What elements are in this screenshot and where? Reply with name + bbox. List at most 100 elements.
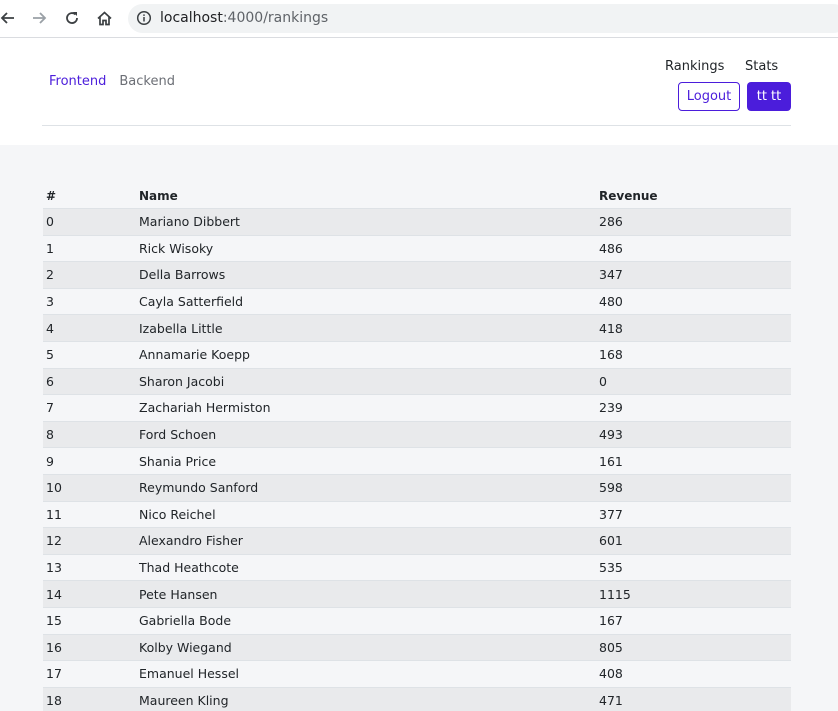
- cell-revenue: 347: [599, 267, 623, 283]
- cell-revenue: 598: [599, 480, 623, 496]
- address-bar[interactable]: localhost:4000/rankings: [128, 4, 838, 33]
- tab-backend[interactable]: Backend: [119, 74, 175, 89]
- table-row: 11 Nico Reichel 377: [43, 501, 791, 529]
- cell-index: 13: [46, 560, 62, 576]
- cell-revenue: 286: [599, 214, 623, 230]
- cell-revenue: 535: [599, 560, 623, 576]
- url-host: localhost: [160, 10, 223, 26]
- table-row: 14 Pete Hansen 1115: [43, 581, 791, 608]
- cell-name: Pete Hansen: [139, 586, 218, 602]
- table-row: 0 Mariano Dibbert 286: [43, 209, 791, 236]
- cell-index: 2: [46, 267, 54, 283]
- cell-revenue: 0: [599, 373, 607, 389]
- cell-name: Thad Heathcote: [139, 560, 239, 576]
- cell-index: 15: [46, 613, 62, 629]
- cell-name: Cayla Satterfield: [139, 294, 244, 310]
- cell-revenue: 480: [599, 294, 623, 310]
- table-row: 18 Maureen Kling 471: [43, 687, 791, 711]
- cell-index: 9: [46, 453, 54, 469]
- url-text[interactable]: localhost:4000/rankings: [160, 10, 328, 27]
- cell-name: Ford Schoen: [139, 427, 217, 443]
- cell-revenue: 167: [599, 613, 623, 629]
- tab-frontend[interactable]: Frontend: [49, 74, 106, 89]
- table-row: 17 Emanuel Hessel 408: [43, 661, 791, 688]
- table-row: 16 Kolby Wiegand 805: [43, 634, 791, 662]
- cell-index: 17: [46, 666, 62, 682]
- cell-name: Kolby Wiegand: [139, 639, 232, 655]
- table-row: 8 Ford Schoen 493: [43, 421, 791, 449]
- cell-name: Della Barrows: [139, 267, 226, 283]
- info-icon[interactable]: [136, 10, 152, 26]
- table-row: 4 Izabella Little 418: [43, 315, 791, 342]
- table-row: 9 Shania Price 161: [43, 448, 791, 475]
- cell-index: 3: [46, 294, 54, 310]
- cell-index: 8: [46, 427, 54, 443]
- cell-revenue: 601: [599, 533, 623, 549]
- table-row: 12 Alexandro Fisher 601: [43, 528, 791, 555]
- cell-name: Maureen Kling: [139, 692, 229, 708]
- cell-revenue: 377: [599, 506, 623, 522]
- nav-link-rankings[interactable]: Rankings: [665, 59, 724, 74]
- cell-index: 7: [46, 400, 54, 416]
- rankings-table: # Name Revenue 0 Mariano Dibbert 286 1 Rick …: [43, 183, 791, 711]
- cell-revenue: 161: [599, 453, 623, 469]
- cell-revenue: 805: [599, 639, 623, 655]
- cell-name: Rick Wisoky: [139, 240, 214, 256]
- page-header: Frontend Backend Rankings Stats Logout t…: [0, 38, 838, 145]
- column-header-name: Name: [139, 188, 178, 203]
- nav-link-stats[interactable]: Stats: [745, 59, 778, 74]
- browser-toolbar: localhost:4000/rankings: [0, 0, 838, 38]
- url-path: :4000/rankings: [222, 10, 329, 26]
- cell-index: 18: [46, 692, 62, 708]
- column-header-revenue: Revenue: [599, 188, 658, 203]
- table-row: 6 Sharon Jacobi 0: [43, 368, 791, 396]
- cell-index: 10: [46, 480, 62, 496]
- back-arrow-icon[interactable]: [0, 7, 18, 29]
- cell-index: 11: [46, 506, 62, 522]
- main-content: # Name Revenue 0 Mariano Dibbert 286 1 Rick …: [0, 145, 838, 711]
- cell-name: Nico Reichel: [139, 506, 216, 522]
- cell-revenue: 1115: [599, 586, 631, 602]
- cell-revenue: 418: [599, 320, 623, 336]
- table-row: 5 Annamarie Koepp 168: [43, 341, 791, 369]
- table-body: 0 Mariano Dibbert 286 1 Rick Wisoky 486 2 Della…: [43, 209, 791, 711]
- cell-index: 16: [46, 639, 62, 655]
- user-button[interactable]: tt tt: [747, 82, 791, 111]
- cell-name: Zachariah Hermiston: [139, 400, 271, 416]
- table-header: # Name Revenue: [43, 183, 791, 209]
- cell-revenue: 168: [599, 347, 623, 363]
- table-row: 3 Cayla Satterfield 480: [43, 288, 791, 316]
- reload-icon[interactable]: [61, 7, 83, 29]
- cell-index: 1: [46, 240, 54, 256]
- table-row: 10 Reymundo Sanford 598: [43, 474, 791, 502]
- cell-name: Reymundo Sanford: [139, 480, 259, 496]
- cell-name: Emanuel Hessel: [139, 666, 239, 682]
- column-header-index: #: [46, 188, 57, 203]
- cell-revenue: 486: [599, 240, 623, 256]
- cell-name: Shania Price: [139, 453, 217, 469]
- table-row: 2 Della Barrows 347: [43, 262, 791, 289]
- table-row: 13 Thad Heathcote 535: [43, 554, 791, 582]
- cell-revenue: 239: [599, 400, 623, 416]
- cell-name: Alexandro Fisher: [139, 533, 243, 549]
- header-divider: [42, 125, 791, 126]
- table-row: 7 Zachariah Hermiston 239: [43, 395, 791, 422]
- cell-name: Izabella Little: [139, 320, 223, 336]
- forward-arrow-icon[interactable]: [29, 7, 51, 29]
- cell-revenue: 471: [599, 692, 623, 708]
- cell-revenue: 408: [599, 666, 623, 682]
- section-tabs: Frontend Backend: [49, 74, 175, 89]
- cell-index: 4: [46, 320, 54, 336]
- table-row: 15 Gabriella Bode 167: [43, 607, 791, 635]
- cell-index: 12: [46, 533, 62, 549]
- cell-index: 6: [46, 373, 54, 389]
- cell-name: Gabriella Bode: [139, 613, 232, 629]
- logout-button[interactable]: Logout: [678, 82, 740, 111]
- cell-name: Sharon Jacobi: [139, 373, 225, 389]
- cell-name: Annamarie Koepp: [139, 347, 250, 363]
- cell-index: 14: [46, 586, 62, 602]
- cell-index: 5: [46, 347, 54, 363]
- home-icon[interactable]: [93, 7, 115, 29]
- table-row: 1 Rick Wisoky 486: [43, 235, 791, 263]
- cell-revenue: 493: [599, 427, 623, 443]
